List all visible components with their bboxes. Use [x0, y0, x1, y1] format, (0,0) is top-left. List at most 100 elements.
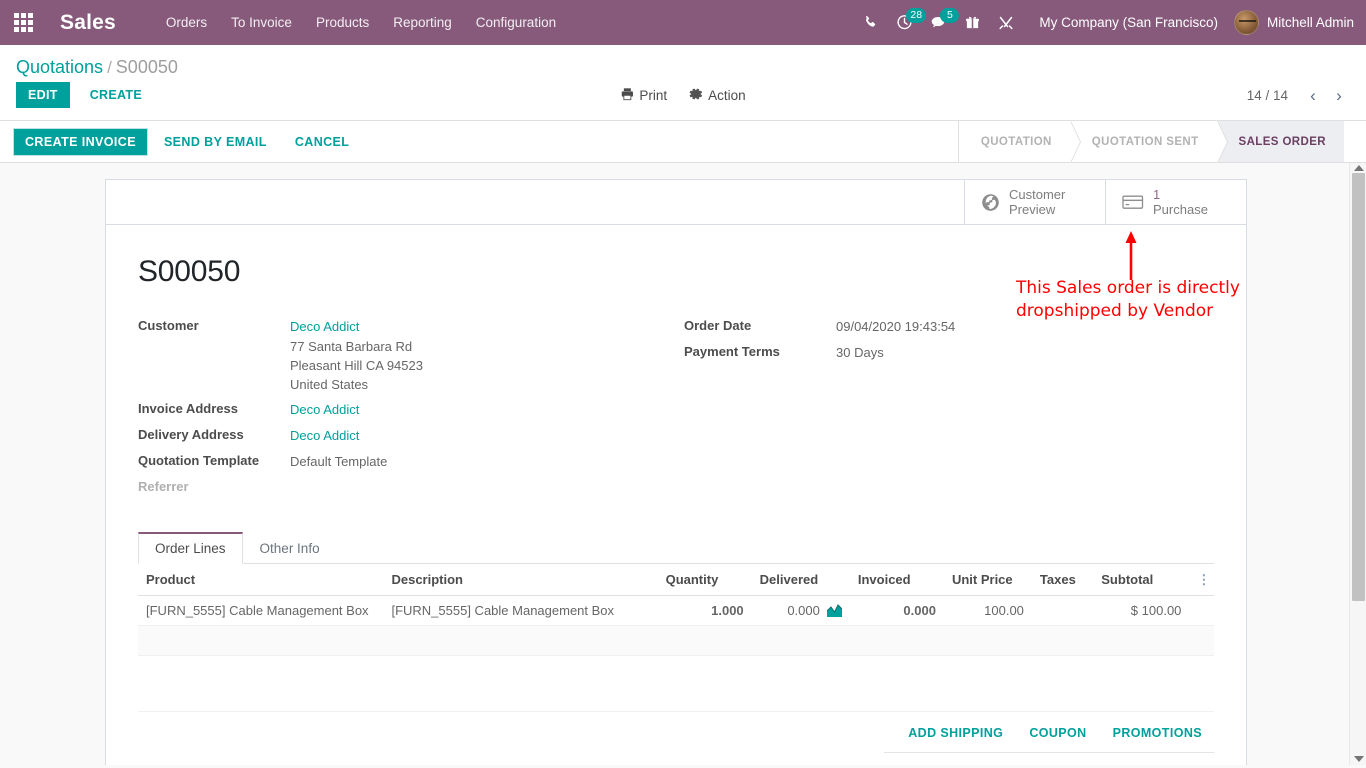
- field-delivery-address: Delivery Address Deco Addict: [138, 426, 676, 448]
- form-fields: Customer Deco Addict 77 Santa Barbara Rd…: [138, 317, 1214, 504]
- menu-item-orders[interactable]: Orders: [154, 0, 219, 45]
- cancel-button[interactable]: CANCEL: [284, 129, 360, 155]
- print-menu[interactable]: Print: [620, 87, 667, 104]
- top-navbar: Sales Orders To Invoice Products Reporti…: [0, 0, 1366, 45]
- field-referrer: Referrer: [138, 478, 676, 500]
- scrollbar-thumb[interactable]: [1352, 173, 1365, 601]
- field-value-customer[interactable]: Deco Addict: [290, 317, 423, 337]
- column-header-invoiced[interactable]: Invoiced: [849, 564, 944, 596]
- customer-preview-button[interactable]: Customer Preview: [964, 180, 1105, 224]
- table-header-row: Product Description Quantity Delivered I…: [138, 564, 1214, 596]
- field-payment-terms: Payment Terms 30 Days: [684, 343, 1214, 365]
- status-step-sales-order[interactable]: SALES ORDER: [1216, 121, 1344, 162]
- column-header-quantity[interactable]: Quantity: [657, 564, 752, 596]
- area-chart-icon[interactable]: [826, 604, 842, 617]
- company-switcher[interactable]: My Company (San Francisco): [1023, 15, 1228, 30]
- menu-item-products[interactable]: Products: [304, 0, 381, 45]
- edit-button[interactable]: EDIT: [16, 82, 70, 108]
- avatar: [1233, 10, 1259, 35]
- pager-previous-button[interactable]: ‹: [1302, 83, 1324, 107]
- table-empty-row[interactable]: [138, 625, 1214, 656]
- cell-description[interactable]: [FURN_5555] Cable Management Box: [383, 595, 658, 626]
- add-shipping-link[interactable]: ADD SHIPPING: [908, 726, 1003, 740]
- cell-taxes[interactable]: [1031, 595, 1094, 626]
- purchase-count-button[interactable]: 1 Purchase: [1105, 180, 1246, 224]
- create-invoice-button[interactable]: CREATE INVOICE: [14, 128, 147, 155]
- cell-subtotal[interactable]: $ 100.00: [1093, 595, 1190, 626]
- scroll-down-arrow-icon[interactable]: [1354, 756, 1364, 762]
- tab-other-info[interactable]: Other Info: [243, 532, 337, 564]
- field-invoice-address: Invoice Address Deco Addict: [138, 400, 676, 422]
- breadcrumb-current: S00050: [115, 57, 178, 77]
- messages-chat-icon[interactable]: 5: [921, 0, 960, 45]
- column-header-product[interactable]: Product: [138, 564, 384, 596]
- activity-clock-icon[interactable]: 28: [887, 0, 927, 45]
- control-panel: Quotations / S00050 EDIT CREATE Print Ac…: [0, 45, 1366, 121]
- stat-line-2: Preview: [1009, 202, 1056, 217]
- user-name-label: Mitchell Admin: [1266, 15, 1354, 30]
- menu-item-reporting[interactable]: Reporting: [381, 0, 464, 45]
- order-lines-table: Product Description Quantity Delivered I…: [138, 564, 1214, 712]
- notebook: Order Lines Other Info Product Descripti…: [138, 532, 1214, 765]
- status-step-quotation[interactable]: QUOTATION: [958, 120, 1081, 163]
- field-value-delivery-address[interactable]: Deco Addict: [290, 426, 359, 446]
- record-sheet: Customer Preview 1 Purchase This Sales o…: [105, 179, 1247, 765]
- table-spacer-row: [138, 655, 1214, 712]
- column-header-description[interactable]: Description: [383, 564, 658, 596]
- cell-quantity[interactable]: 1.000: [657, 595, 752, 626]
- cell-delivered[interactable]: 0.000: [751, 595, 850, 626]
- menu-item-to-invoice[interactable]: To Invoice: [219, 0, 304, 45]
- tools-icon[interactable]: [989, 0, 1023, 45]
- menu-item-configuration[interactable]: Configuration: [464, 0, 568, 45]
- cell-product[interactable]: [FURN_5555] Cable Management Box: [138, 595, 384, 626]
- totals-table: Untaxed Amount: $ 100.00: [884, 752, 1214, 765]
- vertical-scrollbar[interactable]: [1349, 163, 1366, 765]
- globe-icon: [981, 193, 1000, 212]
- create-button[interactable]: CREATE: [78, 82, 154, 108]
- status-step-quotation-sent[interactable]: QUOTATION SENT: [1069, 120, 1228, 163]
- stat-line-1: Customer: [1009, 187, 1066, 202]
- table-row[interactable]: [FURN_5555] Cable Management Box [FURN_5…: [138, 595, 1214, 626]
- gift-icon[interactable]: [955, 0, 989, 45]
- sheet-wrapper: Customer Preview 1 Purchase This Sales o…: [0, 163, 1366, 765]
- main-menu: Orders To Invoice Products Reporting Con…: [154, 0, 568, 45]
- field-value-invoice-address[interactable]: Deco Addict: [290, 400, 359, 420]
- phone-icon[interactable]: [853, 0, 887, 45]
- user-menu[interactable]: Mitchell Admin: [1228, 10, 1354, 35]
- statusbar: CREATE INVOICE SEND BY EMAIL CANCEL QUOT…: [0, 120, 1366, 163]
- field-value-payment-terms[interactable]: 30 Days: [836, 343, 884, 363]
- apps-menu-toggle[interactable]: [0, 0, 46, 45]
- column-header-unit-price[interactable]: Unit Price: [943, 564, 1032, 596]
- promotions-link[interactable]: PROMOTIONS: [1113, 726, 1202, 740]
- cell-unit-price[interactable]: 100.00: [943, 595, 1032, 626]
- pager-next-button[interactable]: ›: [1328, 83, 1350, 107]
- app-brand-name[interactable]: Sales: [60, 11, 116, 35]
- customer-address-line-3: United States: [290, 377, 369, 392]
- send-by-email-button[interactable]: SEND BY EMAIL: [153, 129, 278, 155]
- status-steps: QUOTATION QUOTATION SENT SALES ORDER: [957, 120, 1344, 163]
- field-label-order-date: Order Date: [684, 318, 752, 333]
- up-arrow-annotation-icon: [1125, 231, 1137, 280]
- column-header-delivered[interactable]: Delivered: [751, 564, 850, 596]
- breadcrumb-link-quotations[interactable]: Quotations: [16, 57, 103, 77]
- notebook-tabs: Order Lines Other Info: [138, 532, 1214, 564]
- cell-invoiced[interactable]: 0.000: [849, 595, 944, 626]
- column-header-subtotal[interactable]: Subtotal: [1093, 564, 1190, 596]
- scroll-up-arrow-icon[interactable]: [1354, 165, 1364, 171]
- column-header-taxes[interactable]: Taxes: [1031, 564, 1094, 596]
- credit-card-icon: [1122, 193, 1144, 211]
- field-label-delivery-address: Delivery Address: [138, 427, 244, 442]
- field-value-quotation-template[interactable]: Default Template: [290, 452, 387, 472]
- step-arrow-fill: [1069, 120, 1080, 163]
- coupon-link[interactable]: COUPON: [1029, 726, 1086, 740]
- field-label-invoice-address: Invoice Address: [138, 401, 238, 416]
- field-label-payment-terms: Payment Terms: [684, 344, 780, 359]
- field-value-order-date[interactable]: 09/04/2020 19:43:54: [836, 317, 955, 337]
- tab-order-lines[interactable]: Order Lines: [138, 532, 243, 564]
- cell-delivered-value: 0.000: [787, 603, 820, 618]
- cell-optional: [1189, 595, 1214, 626]
- optional-columns-toggle[interactable]: ⋮: [1189, 564, 1214, 596]
- action-menu[interactable]: Action: [689, 87, 746, 104]
- customer-address-line-2: Pleasant Hill CA 94523: [290, 358, 423, 373]
- field-value-customer-block: Deco Addict 77 Santa Barbara Rd Pleasant…: [290, 317, 423, 394]
